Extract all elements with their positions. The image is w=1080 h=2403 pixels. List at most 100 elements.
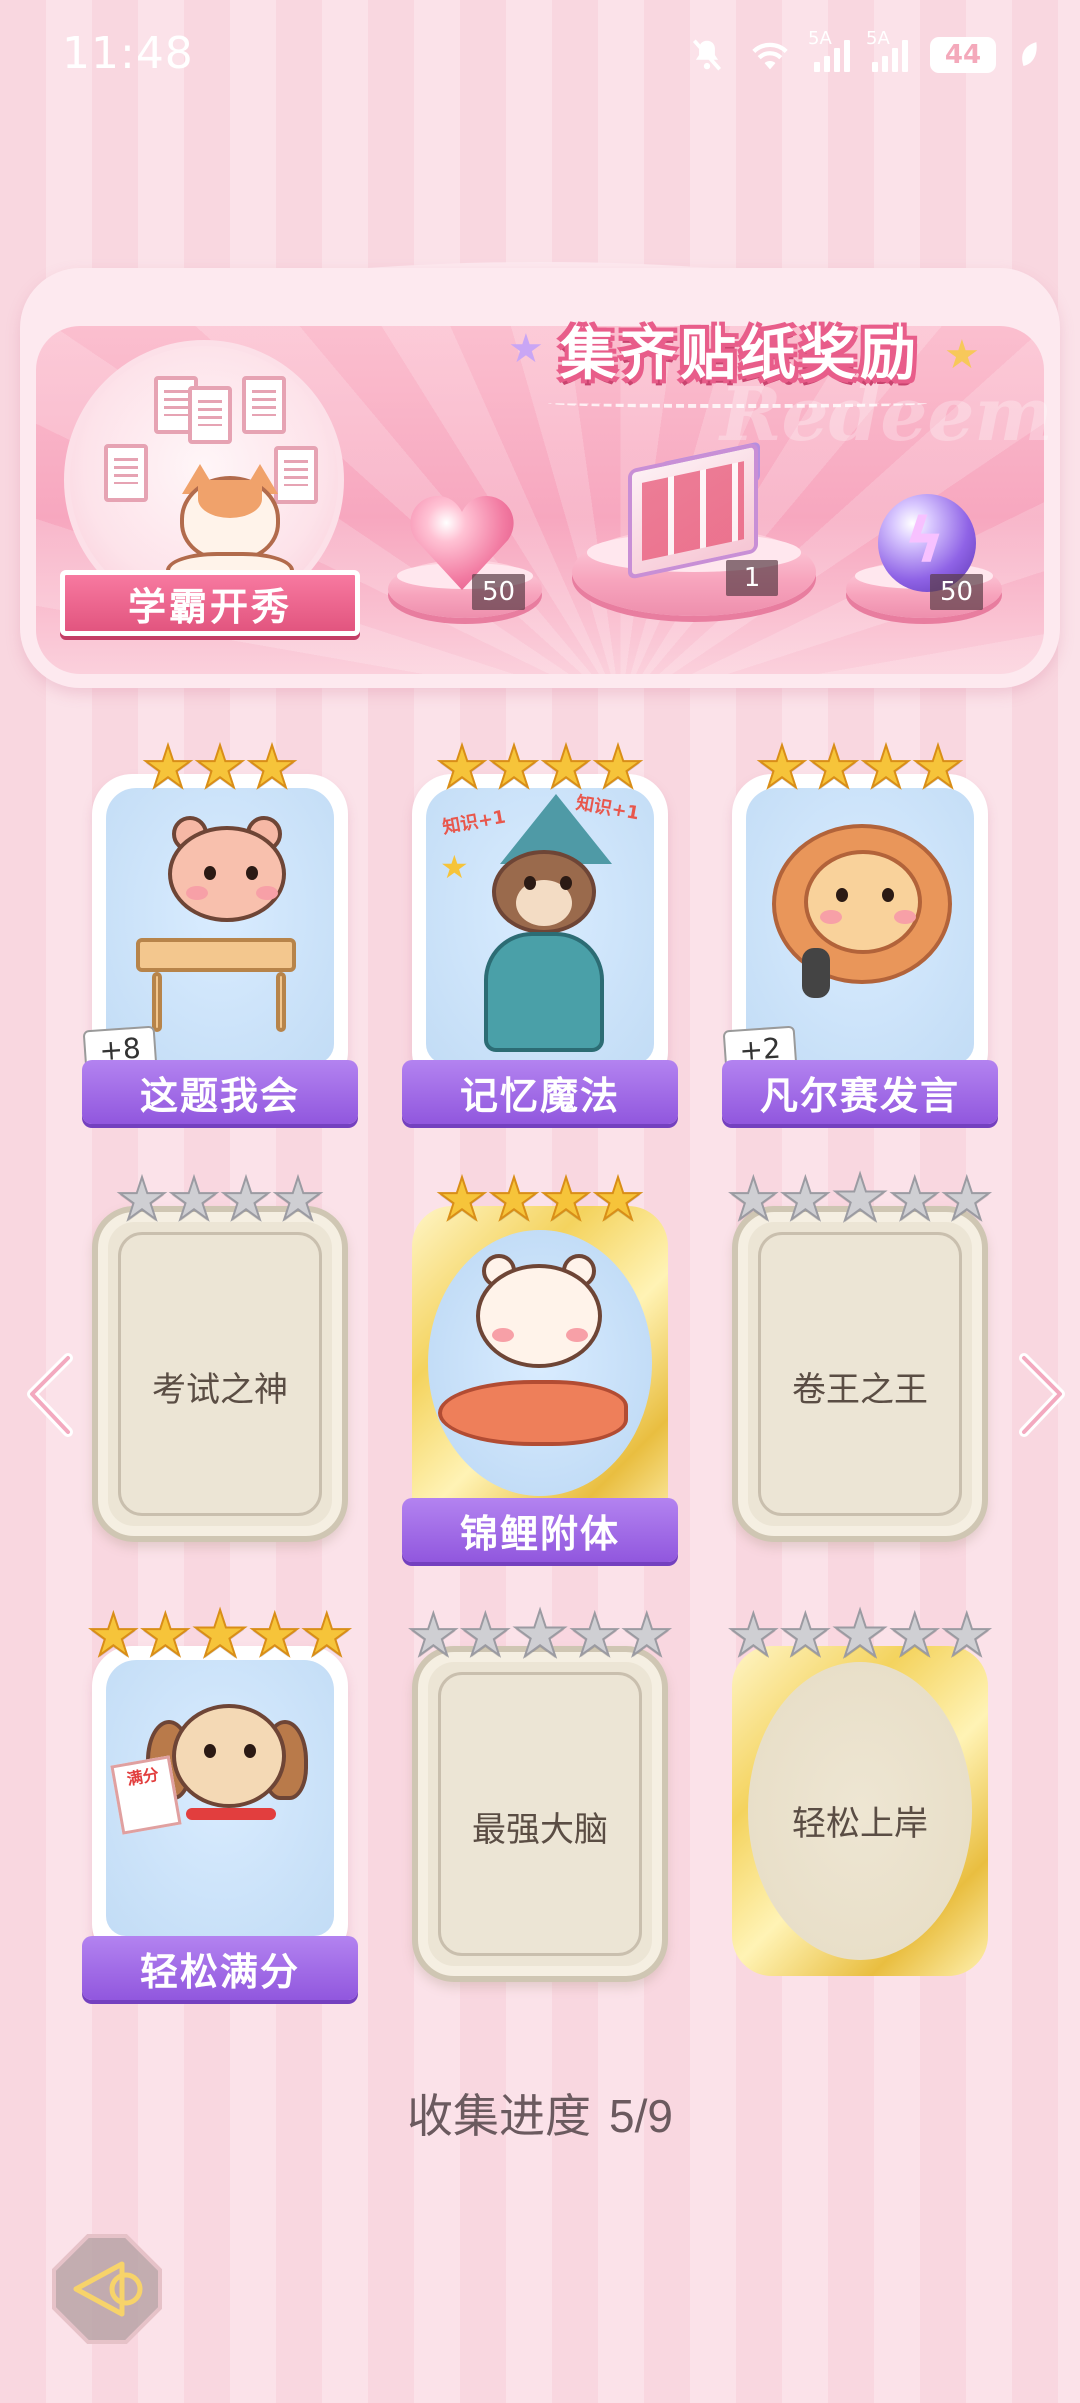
reward-title: 集齐贴纸奖励 xyxy=(540,300,940,400)
signal-icon-2: 5A xyxy=(866,28,908,72)
sticker-label: 这题我会 xyxy=(82,1060,358,1124)
microphone-icon xyxy=(802,948,830,998)
star-icon-gold: ★ xyxy=(755,733,809,801)
signal-icon-1: 5A xyxy=(808,28,850,72)
star-rating: ★ ★ ★ ★ xyxy=(92,1165,348,1233)
star-icon-grey: ★ xyxy=(940,1165,994,1233)
sticker-card-3[interactable]: ★ ★ ★ ★ +2 凡尔赛发言 xyxy=(722,733,998,1124)
star-icon-grey: ★ xyxy=(271,1165,325,1233)
card-frame-locked: 最强大脑 xyxy=(412,1646,668,1982)
sticker-card-6-locked[interactable]: 卷王之王 ★ ★ ★ ★ ★ xyxy=(726,1165,994,1542)
card-frame: 满分 xyxy=(92,1646,348,1960)
star-rating: ★ ★ ★ ★ ★ xyxy=(726,1165,993,1233)
paper-icon xyxy=(274,446,318,504)
leaf-icon xyxy=(1022,42,1037,66)
knowledge-text-left: 知识+1 xyxy=(440,806,508,839)
emblem-ribbon: 学霸开秀 xyxy=(60,570,360,636)
network-type-2: 5A xyxy=(866,28,890,49)
back-button[interactable] xyxy=(48,2230,166,2348)
star-icon-grey: ★ xyxy=(219,1165,273,1233)
chevron-right-icon xyxy=(1019,1353,1065,1437)
star-rating: ★ ★ ★ xyxy=(92,733,348,801)
star-rating: ★ ★ ★ ★ xyxy=(732,733,988,801)
sticker-card-7[interactable]: 满分 ★ ★ ★ ★ ★ 轻松满分 xyxy=(82,1601,358,2000)
paper-icon xyxy=(242,376,286,434)
sticker-card-5[interactable]: ★ ★ ★ ★ 锦鲤附体 xyxy=(402,1165,678,1562)
star-icon-grey: ★ xyxy=(778,1165,832,1233)
star-icon-gold: ★ xyxy=(591,1165,645,1233)
star-icon-grey: ★ xyxy=(888,1165,942,1233)
reward-count: 50 xyxy=(472,574,526,610)
star-rating: ★ ★ ★ ★ ★ xyxy=(86,1601,353,1669)
title-underline xyxy=(548,398,928,408)
full-marks-text: 满分 xyxy=(125,1764,161,1789)
star-icon-grey: ★ xyxy=(726,1601,780,1669)
prev-page-arrow[interactable] xyxy=(20,1350,80,1440)
mute-bell-icon xyxy=(692,39,722,71)
sticker-card-9-locked[interactable]: 轻松上岸 ★ ★ ★ ★ ★ xyxy=(726,1598,994,1976)
next-page-arrow[interactable] xyxy=(1012,1350,1072,1440)
wifi-icon xyxy=(752,42,788,70)
sticker-name: 考试之神 xyxy=(152,1370,288,1410)
sticker-name: 卷王之王 xyxy=(792,1370,928,1410)
back-icon xyxy=(52,2234,162,2344)
sticker-art-otter-wizard: ★ 知识+1 知识+1 xyxy=(426,788,654,1064)
sticker-card-2[interactable]: ★ 知识+1 知识+1 ★ ★ ★ ★ 记忆魔法 xyxy=(402,733,678,1124)
sticker-name: 轻松上岸 xyxy=(792,1804,928,1844)
star-icon-gold: ★ xyxy=(539,733,593,801)
reward-count: 50 xyxy=(930,574,984,610)
reward-title-text: 集齐贴纸奖励 xyxy=(560,322,920,388)
star-icon-grey: ★ xyxy=(406,1601,460,1669)
star-icon-grey: ★ xyxy=(778,1601,832,1669)
star-icon-grey: ★ xyxy=(940,1601,994,1669)
sticker-art-bear-koi xyxy=(428,1230,652,1496)
battery-indicator: 44 xyxy=(930,37,996,73)
star-icon-grey: ★ xyxy=(888,1601,942,1669)
star-icon-gold: ★ xyxy=(141,733,195,801)
sticker-art-lion-mic xyxy=(746,788,974,1064)
chevron-left-icon xyxy=(27,1353,73,1437)
star-icon-gold: ★ xyxy=(859,733,913,801)
star-icon-gold: ★ xyxy=(591,733,645,801)
star-rating: ★ ★ ★ ★ xyxy=(412,733,668,801)
star-icon-gold: ★ xyxy=(807,733,861,801)
card-frame-locked: 卷王之王 xyxy=(732,1206,988,1542)
paper-icon xyxy=(104,444,148,502)
sticker-art-bear-desk xyxy=(106,788,334,1064)
star-icon-gold: ★ xyxy=(435,733,489,801)
full-marks-paper-icon: 满分 xyxy=(110,1755,182,1835)
star-icon-gold: ★ xyxy=(245,733,299,801)
star-icon-gold: ★ xyxy=(193,733,247,801)
koi-fish-icon xyxy=(438,1380,628,1446)
star-icon-grey: ★ xyxy=(458,1601,512,1669)
sticker-label: 记忆魔法 xyxy=(402,1060,678,1124)
star-icon-grey: ★ xyxy=(620,1601,674,1669)
cat-mascot xyxy=(180,476,280,562)
star-rating: ★ ★ ★ ★ ★ xyxy=(726,1598,993,1672)
sticker-label: 锦鲤附体 xyxy=(402,1498,678,1562)
star-icon-gold: ★ xyxy=(86,1601,140,1669)
sticker-card-8-locked[interactable]: 最强大脑 ★ ★ ★ ★ ★ xyxy=(406,1598,674,1982)
star-icon-gold: ★ xyxy=(911,733,965,801)
progress-value: 5/9 xyxy=(609,2090,673,2142)
sticker-card-4-locked[interactable]: 考试之神 ★ ★ ★ ★ xyxy=(92,1165,348,1542)
card-frame-gold xyxy=(412,1206,668,1536)
star-rating: ★ ★ ★ ★ xyxy=(412,1165,668,1233)
progress-label: 收集进度 xyxy=(407,2089,592,2143)
sticker-name: 凡尔赛发言 xyxy=(759,1073,960,1118)
sticker-art-puppy-full-marks: 满分 xyxy=(106,1660,334,1936)
status-time: 11:48 xyxy=(62,28,194,79)
star-icon-gold: ★ xyxy=(138,1601,192,1669)
star-icon-grey: ★ xyxy=(510,1598,569,1672)
network-type-1: 5A xyxy=(808,28,832,49)
star-icon-gold: ★ xyxy=(539,1165,593,1233)
sticker-card-1[interactable]: ★ ★ ★ +8 这题我会 xyxy=(82,733,358,1124)
star-icon-grey: ★ xyxy=(830,1598,889,1672)
star-icon-gold: ★ xyxy=(435,1165,489,1233)
magic-wand-star-icon: ★ xyxy=(440,848,469,886)
status-bar: 11:48 5A 5A 44 xyxy=(0,0,1080,110)
sticker-label: 轻松满分 xyxy=(82,1936,358,2000)
star-icon-gold: ★ xyxy=(300,1601,354,1669)
star-rating: ★ ★ ★ ★ ★ xyxy=(406,1598,673,1672)
status-icons: 5A 5A 44 xyxy=(688,28,1040,80)
